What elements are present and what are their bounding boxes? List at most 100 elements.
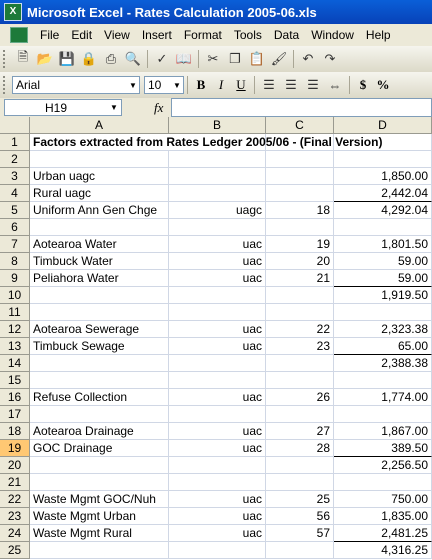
cell-a[interactable]	[30, 304, 169, 321]
cell-b[interactable]: uac	[169, 508, 266, 525]
italic-button[interactable]: I	[211, 75, 231, 95]
row-header[interactable]: 4	[0, 185, 30, 202]
row-header[interactable]: 21	[0, 474, 30, 491]
row-header[interactable]: 6	[0, 219, 30, 236]
cell-c[interactable]: 28	[266, 440, 334, 457]
cell-d[interactable]: 1,867.00	[334, 423, 432, 440]
font-name-select[interactable]: Arial ▼	[12, 76, 140, 94]
select-all-corner[interactable]	[0, 117, 30, 134]
cell-a[interactable]: Urban uagc	[30, 168, 169, 185]
cell-b[interactable]	[169, 355, 266, 372]
row-header[interactable]: 22	[0, 491, 30, 508]
cell-c[interactable]	[266, 474, 334, 491]
cell-d[interactable]: 1,919.50	[334, 287, 432, 304]
cell-b[interactable]: uac	[169, 338, 266, 355]
cell-c[interactable]	[266, 219, 334, 236]
cell-b[interactable]: uac	[169, 253, 266, 270]
format-painter-icon[interactable]: 🖌	[269, 49, 289, 69]
cell-c[interactable]	[266, 287, 334, 304]
cell-a[interactable]	[30, 542, 169, 559]
cell-d[interactable]: 59.00	[334, 253, 432, 270]
cell-c[interactable]	[266, 185, 334, 202]
cell-c[interactable]: 22	[266, 321, 334, 338]
cell-b[interactable]: uac	[169, 440, 266, 457]
cell-b[interactable]: uac	[169, 270, 266, 287]
spelling-icon[interactable]: ✓	[152, 49, 172, 69]
open-folder-icon[interactable]: 📂	[35, 49, 55, 69]
cell-c[interactable]: 23	[266, 338, 334, 355]
cell-d[interactable]: 1,835.00	[334, 508, 432, 525]
row-header[interactable]: 2	[0, 151, 30, 168]
row-header[interactable]: 13	[0, 338, 30, 355]
align-center-icon[interactable]: ☰	[281, 75, 301, 95]
cell-b[interactable]	[169, 406, 266, 423]
cell-c[interactable]	[266, 372, 334, 389]
row-header[interactable]: 15	[0, 372, 30, 389]
row-header[interactable]: 9	[0, 270, 30, 287]
cell-d[interactable]: 4,292.04	[334, 202, 432, 219]
redo-icon[interactable]: ↷	[320, 49, 340, 69]
row-header[interactable]: 7	[0, 236, 30, 253]
cell-b[interactable]	[169, 151, 266, 168]
cell-a[interactable]	[30, 474, 169, 491]
formula-input[interactable]	[171, 98, 432, 117]
menu-view[interactable]: View	[98, 28, 136, 42]
permission-icon[interactable]: 🔒	[79, 49, 99, 69]
cell-a[interactable]: Timbuck Water	[30, 253, 169, 270]
cell-a[interactable]	[30, 287, 169, 304]
row-header[interactable]: 16	[0, 389, 30, 406]
cell-d[interactable]: 2,481.25	[334, 525, 432, 542]
excel-app-icon[interactable]: X	[4, 3, 22, 21]
cell-c[interactable]: 27	[266, 423, 334, 440]
paste-icon[interactable]: 📋	[247, 49, 267, 69]
cell-b[interactable]	[169, 372, 266, 389]
cell-a[interactable]	[30, 457, 169, 474]
cell-a[interactable]	[30, 406, 169, 423]
cell-b[interactable]	[169, 542, 266, 559]
row-header[interactable]: 25	[0, 542, 30, 559]
menu-edit[interactable]: Edit	[65, 28, 98, 42]
row-header[interactable]: 18	[0, 423, 30, 440]
align-right-icon[interactable]: ☰	[303, 75, 323, 95]
menu-data[interactable]: Data	[268, 28, 305, 42]
print-preview-icon[interactable]: 🔍	[123, 49, 143, 69]
cell-a[interactable]: Aotearoa Water	[30, 236, 169, 253]
cell-b[interactable]: uac	[169, 423, 266, 440]
cell-b[interactable]	[169, 474, 266, 491]
cell-a[interactable]: GOC Drainage	[30, 440, 169, 457]
workbook-icon[interactable]	[10, 27, 28, 43]
row-header[interactable]: 17	[0, 406, 30, 423]
row-header[interactable]: 1	[0, 134, 30, 151]
cell-c[interactable]: 18	[266, 202, 334, 219]
cell-c[interactable]: 20	[266, 253, 334, 270]
cell-d[interactable]	[334, 474, 432, 491]
cell-c[interactable]: 21	[266, 270, 334, 287]
cell-a[interactable]	[30, 372, 169, 389]
chevron-down-icon[interactable]: ▼	[171, 81, 183, 90]
cell-a[interactable]	[30, 219, 169, 236]
cell-c[interactable]: 19	[266, 236, 334, 253]
cell-a[interactable]: Aotearoa Drainage	[30, 423, 169, 440]
cell-a[interactable]: Refuse Collection	[30, 389, 169, 406]
row-header[interactable]: 20	[0, 457, 30, 474]
row-header[interactable]: 10	[0, 287, 30, 304]
cell-d[interactable]: 1,801.50	[334, 236, 432, 253]
cell-a[interactable]: Waste Mgmt Rural	[30, 525, 169, 542]
cell-a[interactable]: Peliahora Water	[30, 270, 169, 287]
cell-b[interactable]	[169, 219, 266, 236]
cell-d[interactable]	[334, 304, 432, 321]
cell-b[interactable]: uac	[169, 236, 266, 253]
cell-c[interactable]: 57	[266, 525, 334, 542]
cell-a[interactable]	[30, 355, 169, 372]
print-icon[interactable]: ⎙	[101, 49, 121, 69]
menu-help[interactable]: Help	[360, 28, 397, 42]
row-header[interactable]: 5	[0, 202, 30, 219]
cell-d[interactable]: 59.00	[334, 270, 432, 287]
save-icon[interactable]: 💾	[57, 49, 77, 69]
menu-window[interactable]: Window	[305, 28, 360, 42]
cell-b[interactable]: uac	[169, 321, 266, 338]
currency-button[interactable]: $	[353, 75, 373, 95]
cell-d[interactable]	[334, 151, 432, 168]
chevron-down-icon[interactable]: ▼	[107, 103, 121, 112]
cell-b[interactable]	[169, 304, 266, 321]
